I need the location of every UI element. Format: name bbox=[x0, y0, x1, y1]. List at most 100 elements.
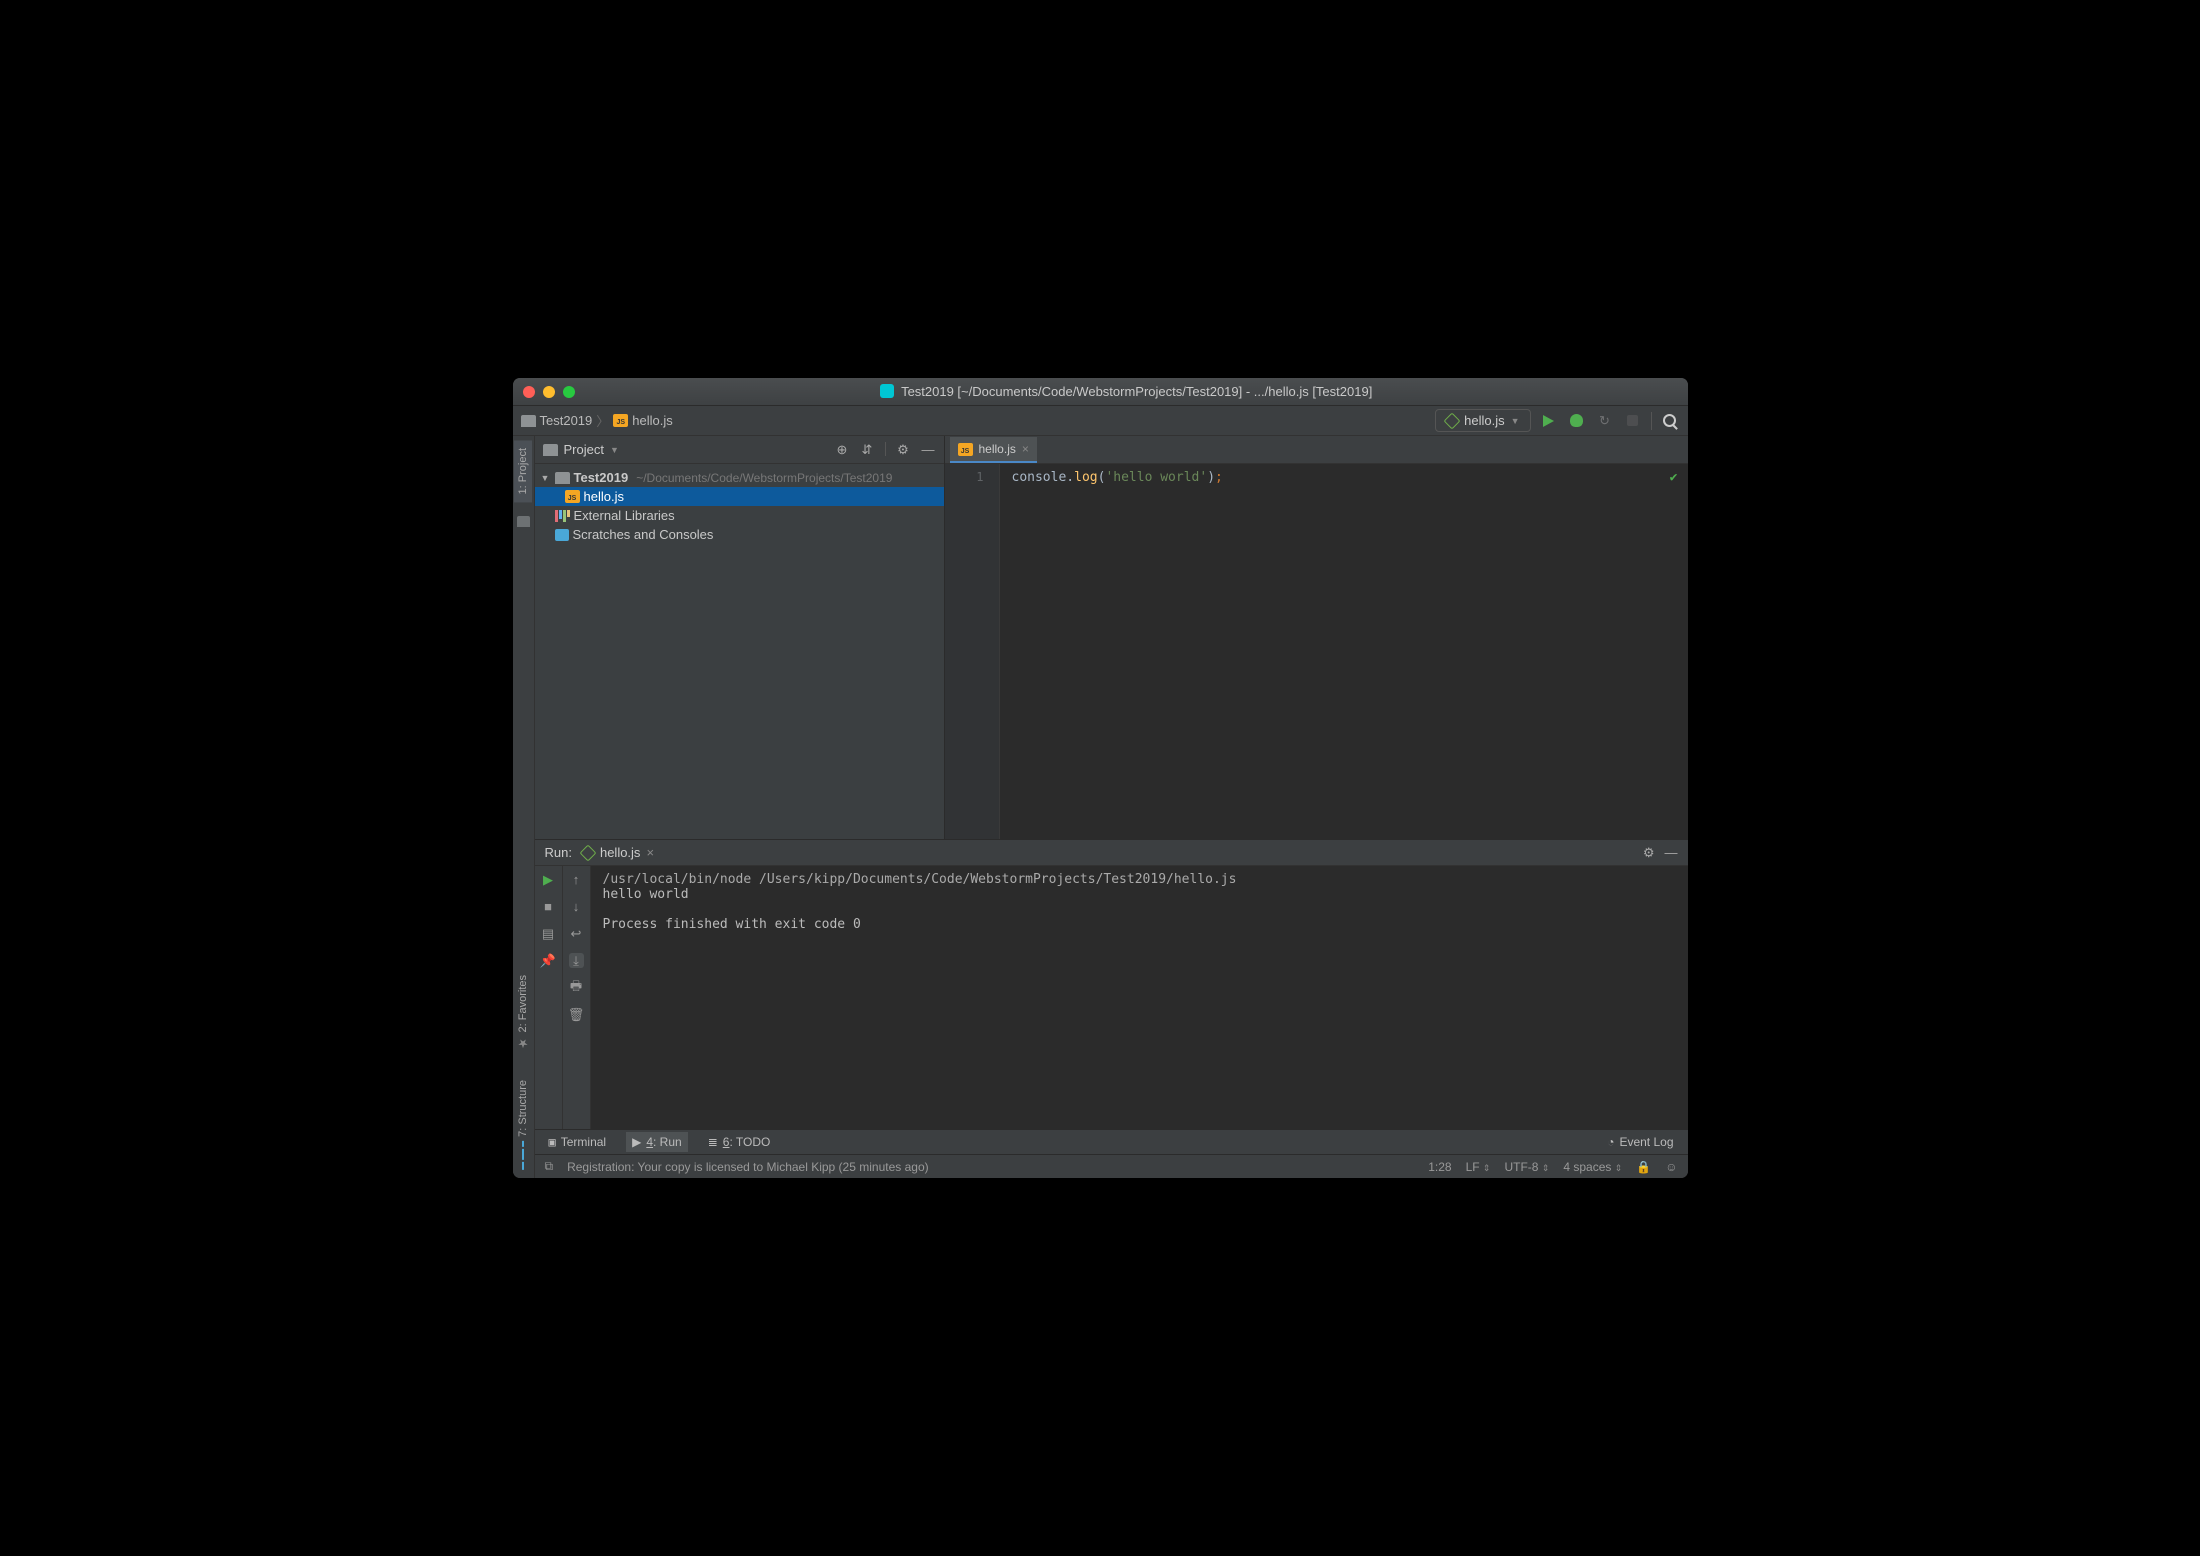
tool-project-tab[interactable]: 1: Project bbox=[514, 440, 532, 502]
chevron-down-icon[interactable]: ▼ bbox=[610, 445, 619, 455]
window-title: Test2019 [~/Documents/Code/WebstormProje… bbox=[575, 384, 1678, 399]
search-icon bbox=[1663, 414, 1676, 427]
external-libraries-icon bbox=[555, 510, 570, 522]
lock-icon[interactable]: 🔒 bbox=[1636, 1160, 1651, 1174]
event-log-tab[interactable]: ◔Event Log bbox=[1601, 1132, 1679, 1152]
indent-setting[interactable]: 4 spaces ⇕ bbox=[1563, 1160, 1622, 1174]
tree-root[interactable]: ▼ Test2019 ~/Documents/Code/WebstormProj… bbox=[535, 468, 944, 487]
event-log-icon: ◔ bbox=[1607, 1135, 1614, 1149]
tree-external-libraries[interactable]: External Libraries bbox=[535, 506, 944, 525]
breadcrumb-project[interactable]: Test2019 bbox=[540, 413, 593, 428]
terminal-tab[interactable]: ▣Terminal bbox=[543, 1132, 613, 1152]
clear-output-button[interactable]: 🗑 bbox=[569, 1007, 584, 1022]
js-file-icon bbox=[958, 443, 973, 456]
project-panel-header: Project ▼ ⊕ ⇵ ⚙ — bbox=[535, 436, 944, 464]
up-trace-button[interactable]: ↑ bbox=[569, 872, 584, 887]
todo-tab[interactable]: ≣6: TODO bbox=[702, 1132, 777, 1152]
breadcrumbs[interactable]: Test2019 〉 hello.js bbox=[521, 411, 1436, 430]
folder-icon bbox=[543, 444, 558, 456]
run-config-name: hello.js bbox=[1464, 413, 1504, 428]
tree-file-hello[interactable]: hello.js bbox=[535, 487, 944, 506]
folder-icon[interactable] bbox=[517, 516, 530, 527]
run-tab-label: hello.js bbox=[600, 845, 640, 860]
cursor-position[interactable]: 1:28 bbox=[1428, 1160, 1451, 1174]
project-panel-title[interactable]: Project bbox=[564, 442, 604, 457]
run-actions-col-2: ↑ ↓ ↩ ⤓ 🖶 🗑 bbox=[563, 866, 591, 1129]
tree-root-name: Test2019 bbox=[574, 470, 629, 485]
nodejs-icon bbox=[579, 844, 596, 861]
gear-icon[interactable]: ⚙ bbox=[896, 442, 911, 457]
run-tab[interactable]: ▶4: Run bbox=[626, 1132, 688, 1152]
run-button[interactable] bbox=[1539, 411, 1559, 431]
terminal-icon: ▣ bbox=[549, 1135, 556, 1149]
breadcrumb-file[interactable]: hello.js bbox=[632, 413, 672, 428]
locate-icon[interactable]: ⊕ bbox=[835, 442, 850, 457]
code-content[interactable]: console.log('hello world'); bbox=[1000, 464, 1688, 839]
run-tab-hello[interactable]: hello.js × bbox=[582, 845, 654, 860]
scratches-icon bbox=[555, 529, 569, 541]
inspector-icon[interactable]: ☺ bbox=[1665, 1160, 1677, 1174]
run-panel-header: Run: hello.js × ⚙ — bbox=[535, 840, 1688, 866]
layout-button[interactable]: ▤ bbox=[541, 926, 556, 941]
maximize-window-button[interactable] bbox=[563, 386, 575, 398]
ide-window: Test2019 [~/Documents/Code/WebstormProje… bbox=[513, 378, 1688, 1178]
tree-scratches[interactable]: Scratches and Consoles bbox=[535, 525, 944, 544]
stop-button[interactable] bbox=[1623, 411, 1643, 431]
titlebar: Test2019 [~/Documents/Code/WebstormProje… bbox=[513, 378, 1688, 406]
run-actions-col-1: ▶ ■ ▤ 📌 bbox=[535, 866, 563, 1129]
tree-item-label: Scratches and Consoles bbox=[573, 527, 714, 542]
play-icon bbox=[1543, 415, 1554, 427]
tool-favorites-tab[interactable]: ★2: Favorites bbox=[513, 967, 533, 1058]
hide-panel-icon[interactable]: — bbox=[921, 442, 936, 457]
down-trace-button[interactable]: ↓ bbox=[569, 899, 584, 914]
folder-icon bbox=[521, 415, 536, 427]
file-encoding[interactable]: UTF-8 ⇕ bbox=[1504, 1160, 1549, 1174]
collapse-icon[interactable]: ⇵ bbox=[860, 442, 875, 457]
inspection-ok-icon[interactable]: ✔ bbox=[1670, 470, 1678, 485]
close-tab-button[interactable]: × bbox=[1022, 442, 1029, 456]
line-separator[interactable]: LF ⇕ bbox=[1466, 1160, 1491, 1174]
print-button[interactable]: 🖶 bbox=[569, 980, 584, 995]
star-icon: ★ bbox=[516, 1036, 530, 1050]
bug-icon bbox=[1570, 414, 1583, 427]
js-file-icon bbox=[565, 490, 580, 503]
coverage-button[interactable]: ↻ bbox=[1595, 411, 1615, 431]
run-output[interactable]: /usr/local/bin/node /Users/kipp/Document… bbox=[591, 866, 1688, 1129]
debug-button[interactable] bbox=[1567, 411, 1587, 431]
window-controls bbox=[523, 386, 575, 398]
line-gutter: 1 bbox=[945, 464, 1000, 839]
tool-windows-toggle[interactable]: ⧉ bbox=[545, 1159, 554, 1174]
editor-area: hello.js × 1 console.log('hello world');… bbox=[945, 436, 1688, 839]
pin-button[interactable]: 📌 bbox=[541, 953, 556, 968]
editor-tab-hello[interactable]: hello.js × bbox=[950, 437, 1037, 463]
tree-file-label: hello.js bbox=[584, 489, 624, 504]
close-run-tab-button[interactable]: × bbox=[646, 845, 654, 860]
stop-icon bbox=[1627, 415, 1638, 426]
scroll-to-end-button[interactable]: ⤓ bbox=[569, 953, 584, 968]
bottom-tool-bar: ▣Terminal ▶4: Run ≣6: TODO ◔Event Log bbox=[535, 1129, 1688, 1154]
editor-tab-label: hello.js bbox=[979, 442, 1016, 456]
webstorm-icon bbox=[880, 384, 894, 398]
run-panel: Run: hello.js × ⚙ — ▶ ■ ▤ bbox=[535, 839, 1688, 1129]
hide-panel-icon[interactable]: — bbox=[1665, 845, 1678, 861]
run-panel-label: Run: bbox=[545, 845, 572, 860]
minimize-window-button[interactable] bbox=[543, 386, 555, 398]
project-panel: Project ▼ ⊕ ⇵ ⚙ — ▼ bbox=[535, 436, 945, 839]
rerun-button[interactable]: ▶ bbox=[541, 872, 556, 887]
play-icon: ▶ bbox=[632, 1135, 641, 1149]
project-tree: ▼ Test2019 ~/Documents/Code/WebstormProj… bbox=[535, 464, 944, 548]
gear-icon[interactable]: ⚙ bbox=[1643, 845, 1655, 861]
soft-wrap-button[interactable]: ↩ bbox=[569, 926, 584, 941]
status-message: Registration: Your copy is licensed to M… bbox=[567, 1160, 929, 1174]
folder-icon bbox=[555, 472, 570, 484]
search-everywhere-button[interactable] bbox=[1660, 411, 1680, 431]
code-editor[interactable]: 1 console.log('hello world'); ✔ bbox=[945, 464, 1688, 839]
tree-item-label: External Libraries bbox=[574, 508, 675, 523]
run-config-dropdown[interactable]: hello.js ▼ bbox=[1435, 409, 1530, 432]
navigation-bar: Test2019 〉 hello.js hello.js ▼ ↻ bbox=[513, 406, 1688, 436]
list-icon: ≣ bbox=[708, 1135, 718, 1149]
chevron-down-icon[interactable]: ▼ bbox=[541, 473, 551, 483]
close-window-button[interactable] bbox=[523, 386, 535, 398]
stop-run-button[interactable]: ■ bbox=[541, 899, 556, 914]
tool-structure-tab[interactable]: 7: Structure bbox=[514, 1072, 532, 1178]
